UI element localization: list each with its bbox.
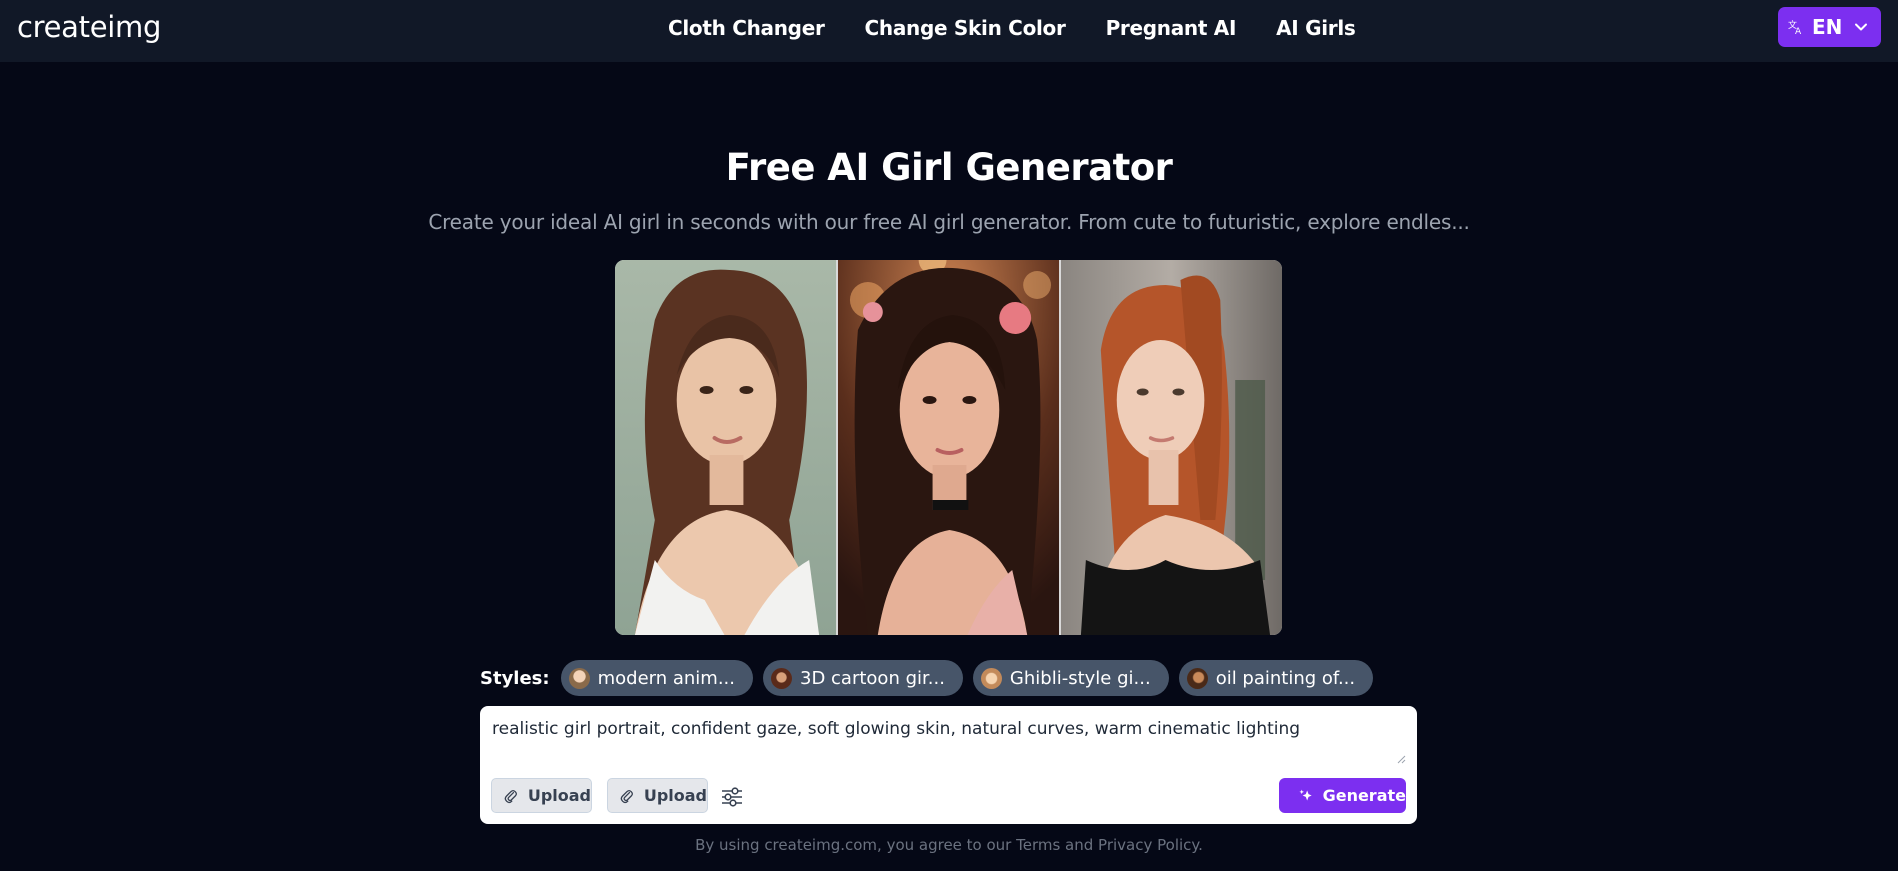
style-chip-modern-anime[interactable]: modern anim... [560,660,753,696]
svg-text:A: A [1795,27,1802,35]
upload-button-label: Upload [643,786,707,805]
nav-link-change-skin-color[interactable]: Change Skin Color [865,16,1066,40]
main-nav: Cloth Changer Change Skin Color Pregnant… [668,0,1356,56]
upload-button-2[interactable]: Upload [607,778,708,813]
style-chip-ghibli[interactable]: Ghibli-style gi... [972,660,1169,696]
page-title: Free AI Girl Generator [725,146,1173,189]
paperclip-icon [504,789,517,803]
generate-button[interactable]: Generate [1279,778,1406,813]
upload-button-label: Upload [527,786,591,805]
language-selector-button[interactable]: 文 A EN [1778,7,1881,47]
chevron-down-icon [1855,23,1868,31]
site-logo[interactable]: createimg [17,10,161,44]
nav-link-ai-girls[interactable]: AI Girls [1276,16,1356,40]
generate-button-label: Generate [1322,786,1406,805]
styles-row: Styles: modern anim... 3D cartoon gir...… [480,660,1374,696]
gallery-image-1 [615,260,836,635]
style-chip-3d-cartoon[interactable]: 3D cartoon gir... [763,660,963,696]
style-chip-label: oil painting of... [1215,667,1356,689]
paperclip-icon [620,789,633,803]
prompt-input[interactable]: realistic girl portrait, confident gaze,… [492,718,1392,768]
page-subtitle: Create your ideal AI girl in seconds wit… [428,210,1470,234]
style-chip-label: Ghibli-style gi... [1009,667,1151,689]
nav-link-pregnant-ai[interactable]: Pregnant AI [1106,16,1237,40]
settings-sliders-icon[interactable] [720,786,744,808]
sparkles-icon [1299,789,1312,801]
style-chip-oil-painting[interactable]: oil painting of... [1178,660,1374,696]
nav-link-cloth-changer[interactable]: Cloth Changer [668,16,825,40]
style-chip-label: 3D cartoon gir... [800,667,945,689]
resize-handle-icon[interactable] [1396,754,1406,764]
gallery-image-2 [838,260,1059,635]
top-navigation-bar: createimg Cloth Changer Change Skin Colo… [0,0,1898,62]
gallery-image-3 [1061,260,1282,635]
terms-notice: By using createimg.com, you agree to our… [695,836,1203,854]
style-chip-label: modern anim... [597,667,735,689]
style-thumbnail [568,667,590,689]
styles-label: Styles: [480,667,550,689]
style-thumbnail [771,667,792,689]
upload-button-1[interactable]: Upload [491,778,592,813]
example-gallery [615,260,1282,635]
language-label: EN [1812,15,1843,39]
style-thumbnail [980,667,1002,689]
translate-icon: 文 A [1788,19,1802,35]
style-thumbnail [1186,667,1208,689]
prompt-panel: realistic girl portrait, confident gaze,… [480,706,1417,824]
